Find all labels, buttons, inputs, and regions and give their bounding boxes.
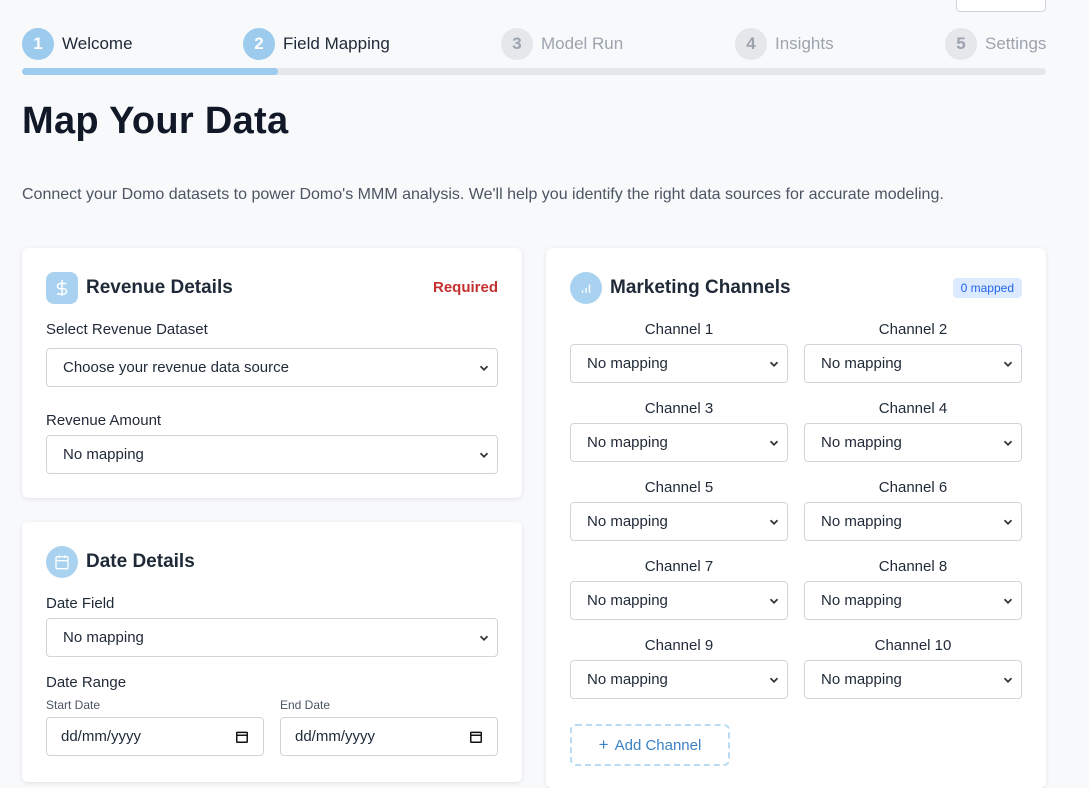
select-value: No mapping <box>821 671 902 688</box>
channel-9-label: Channel 9 <box>644 637 714 654</box>
chevron-down-icon <box>1001 515 1015 533</box>
step-label: Insights <box>775 34 834 53</box>
select-value: No mapping <box>63 446 144 463</box>
select-value: No mapping <box>63 629 144 646</box>
select-value: No mapping <box>587 355 668 372</box>
progress-fill <box>22 68 278 75</box>
page-title: Map Your Data <box>22 100 289 142</box>
step-label: Welcome <box>62 34 133 53</box>
bar-chart-icon <box>570 272 602 304</box>
chevron-down-icon <box>477 361 491 379</box>
select-value: No mapping <box>821 513 902 530</box>
select-value: No mapping <box>821 355 902 372</box>
date-range-label: Date Range <box>46 674 127 691</box>
step-label: Field Mapping <box>283 34 390 53</box>
step-insights[interactable]: 4 Insights <box>735 28 834 60</box>
step-field-mapping[interactable]: 2 Field Mapping <box>243 28 390 60</box>
select-value: No mapping <box>821 434 902 451</box>
channel-3-select[interactable]: No mapping <box>570 423 788 462</box>
chevron-down-icon <box>767 673 781 691</box>
chevron-down-icon <box>767 594 781 612</box>
calendar-icon[interactable] <box>469 730 483 748</box>
date-field-select[interactable]: No mapping <box>46 618 498 657</box>
start-date-input[interactable]: dd/mm/yyyy <box>46 717 264 756</box>
calendar-icon <box>46 546 78 578</box>
step-number: 4 <box>735 28 767 60</box>
revenue-dataset-select[interactable]: Choose your revenue data source <box>46 348 498 387</box>
select-value: No mapping <box>587 671 668 688</box>
channel-2-select[interactable]: No mapping <box>804 344 1022 383</box>
channel-4-select[interactable]: No mapping <box>804 423 1022 462</box>
chevron-down-icon <box>477 448 491 466</box>
required-label: Required <box>432 279 498 296</box>
progress-stepper: 1 Welcome 2 Field Mapping 3 Model Run 4 … <box>22 28 1046 76</box>
step-model-run[interactable]: 3 Model Run <box>501 28 623 60</box>
channel-9-select[interactable]: No mapping <box>570 660 788 699</box>
select-value: No mapping <box>587 434 668 451</box>
end-date-input[interactable]: dd/mm/yyyy <box>280 717 498 756</box>
select-value: No mapping <box>587 592 668 609</box>
add-channel-button[interactable]: + Add Channel <box>570 724 730 766</box>
card-header: Date Details <box>46 546 195 578</box>
calendar-icon[interactable] <box>235 730 249 748</box>
channel-10-label: Channel 10 <box>874 637 952 654</box>
date-field-label: Date Field <box>46 595 115 612</box>
channel-7-select[interactable]: No mapping <box>570 581 788 620</box>
step-welcome[interactable]: 1 Welcome <box>22 28 133 60</box>
channel-3-label: Channel 3 <box>644 400 714 417</box>
select-value: No mapping <box>821 592 902 609</box>
revenue-dataset-label: Select Revenue Dataset <box>46 321 208 338</box>
step-number: 2 <box>243 28 275 60</box>
start-date-label: Start Date <box>46 698 101 712</box>
revenue-amount-label: Revenue Amount <box>46 412 162 429</box>
chevron-down-icon <box>767 436 781 454</box>
select-value: No mapping <box>587 513 668 530</box>
date-placeholder: dd/mm/yyyy <box>61 728 142 745</box>
channel-6-label: Channel 6 <box>878 479 948 496</box>
chevron-down-icon <box>477 631 491 649</box>
revenue-details-card: Revenue Details Required Select Revenue … <box>22 248 522 498</box>
chevron-down-icon <box>1001 357 1015 375</box>
end-date-label: End Date <box>280 698 331 712</box>
step-number: 1 <box>22 28 54 60</box>
channel-6-select[interactable]: No mapping <box>804 502 1022 541</box>
progress-track <box>22 68 1046 75</box>
channel-2-label: Channel 2 <box>878 321 948 338</box>
card-title: Revenue Details <box>86 277 233 298</box>
step-settings[interactable]: 5 Settings <box>945 28 1046 60</box>
card-header: Marketing Channels <box>570 272 791 304</box>
channel-8-label: Channel 8 <box>878 558 948 575</box>
step-label: Settings <box>985 34 1047 53</box>
step-number: 3 <box>501 28 533 60</box>
dollar-icon <box>46 272 78 304</box>
channel-5-select[interactable]: No mapping <box>570 502 788 541</box>
chevron-down-icon <box>1001 594 1015 612</box>
revenue-amount-select[interactable]: No mapping <box>46 435 498 474</box>
plus-icon: + <box>598 735 609 754</box>
chevron-down-icon <box>1001 673 1015 691</box>
channel-7-label: Channel 7 <box>644 558 714 575</box>
date-placeholder: dd/mm/yyyy <box>295 728 376 745</box>
channel-4-label: Channel 4 <box>878 400 948 417</box>
chevron-down-icon <box>767 515 781 533</box>
channel-1-label: Channel 1 <box>644 321 714 338</box>
date-details-card: Date Details Date Field No mapping Date … <box>22 522 522 782</box>
channel-1-select[interactable]: No mapping <box>570 344 788 383</box>
chevron-down-icon <box>767 357 781 375</box>
channel-10-select[interactable]: No mapping <box>804 660 1022 699</box>
marketing-channels-card: Marketing Channels 0 mapped Channel 1 No… <box>546 248 1046 788</box>
step-number: 5 <box>945 28 977 60</box>
chevron-down-icon <box>1001 436 1015 454</box>
channel-5-label: Channel 5 <box>644 479 714 496</box>
step-label: Model Run <box>541 34 624 53</box>
top-button-stub[interactable] <box>956 0 1046 12</box>
page-subtitle: Connect your Domo datasets to power Domo… <box>22 186 944 203</box>
card-title: Date Details <box>86 551 195 572</box>
select-value: Choose your revenue data source <box>63 359 289 376</box>
mapped-count-badge: 0 mapped <box>952 278 1022 298</box>
card-title: Marketing Channels <box>610 277 791 298</box>
card-header: Revenue Details <box>46 272 233 304</box>
add-channel-label: Add Channel <box>614 736 702 754</box>
channel-8-select[interactable]: No mapping <box>804 581 1022 620</box>
